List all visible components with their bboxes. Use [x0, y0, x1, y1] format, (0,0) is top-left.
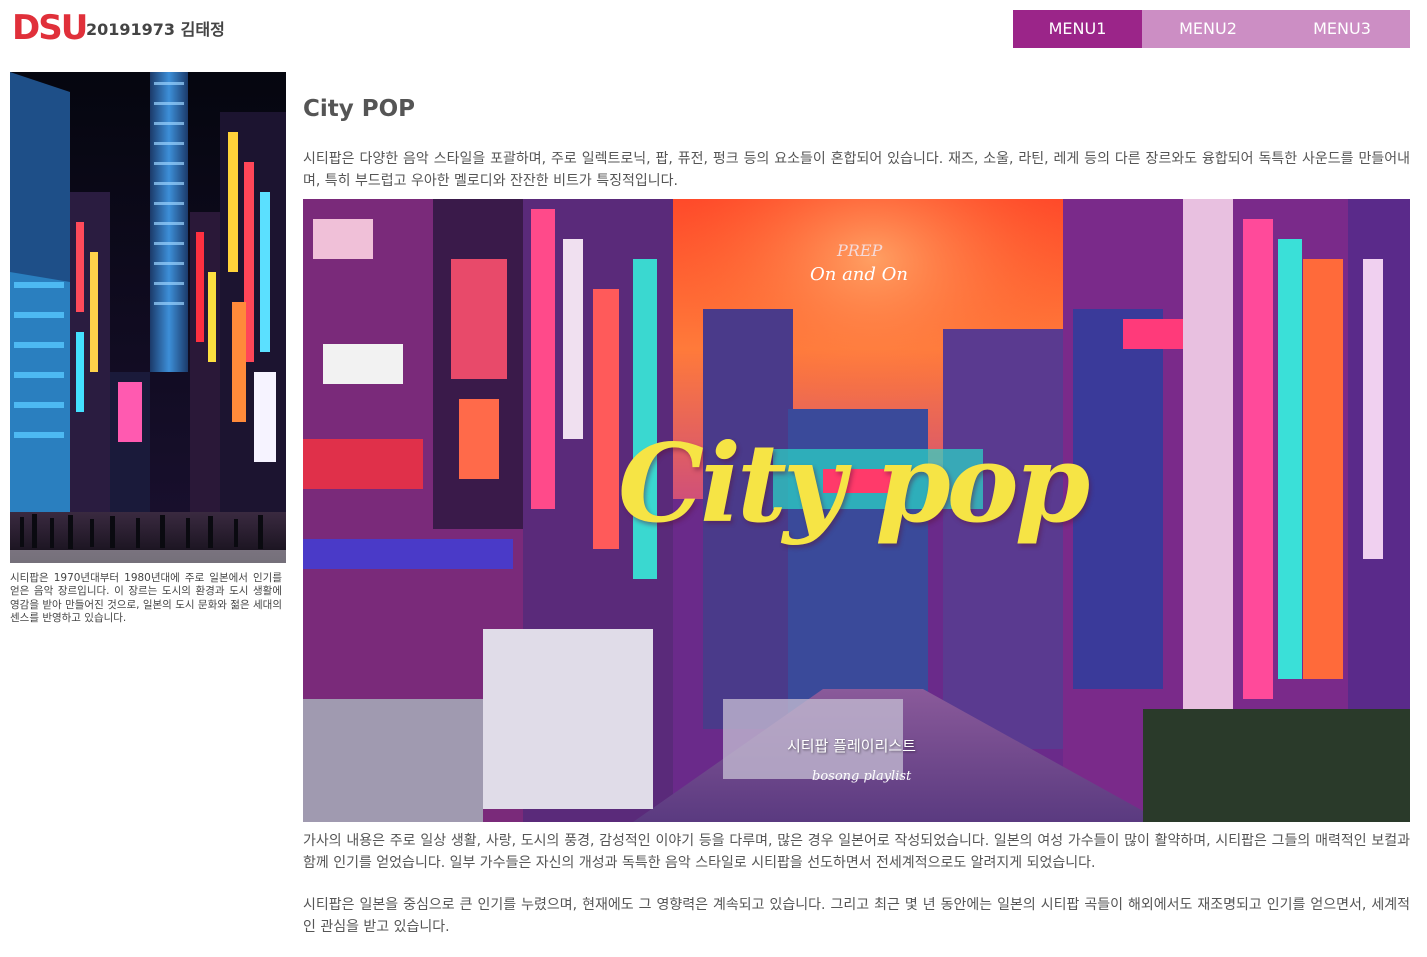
hero-playlist-korean: 시티팝 플레이리스트 [787, 737, 916, 755]
menu-item-2[interactable]: MENU2 [1142, 10, 1274, 48]
hero-prep-text: PREP [837, 241, 883, 260]
dsu-logo[interactable]: DSU [12, 8, 88, 48]
sidebar: 시티팝은 1970년대부터 1980년대에 주로 일본에서 인기를 얻은 음악 … [10, 72, 286, 626]
hero-title: City pop [618, 421, 1090, 547]
hero-subtitle: On and On [810, 264, 908, 285]
paragraph-influence: 시티팝은 일본을 중심으로 큰 인기를 누렸으며, 현재에도 그 영향력은 계속… [303, 897, 1410, 935]
menu-item-1[interactable]: MENU1 [1013, 10, 1142, 48]
paragraph-lyrics: 가사의 내용은 주로 일상 생활, 사랑, 도시의 풍경, 감성적인 이야기 등… [303, 833, 1410, 871]
site-header: DSU 20191973 김태정 MENU1 MENU2 MENU3 [0, 0, 1427, 60]
menu-item-3[interactable]: MENU3 [1274, 10, 1410, 48]
sidebar-caption: 시티팝은 1970년대부터 1980년대에 주로 일본에서 인기를 얻은 음악 … [10, 572, 282, 625]
student-id-name: 20191973 김태정 [86, 20, 225, 39]
hero-playlist-english: bosong playlist [812, 769, 912, 784]
page-title: City POP [303, 96, 416, 122]
city-pop-hero-image: PREP On and On City pop 시티팝 플레이리스트 boson… [303, 199, 1410, 822]
main-menu: MENU1 MENU2 MENU3 [1013, 10, 1410, 48]
tokyo-night-street-image [10, 72, 286, 563]
main-content: City POP 시티팝은 다양한 음악 스타일을 포괄하며, 주로 일렉트로닉… [303, 90, 1410, 938]
paragraph-intro: 시티팝은 다양한 음악 스타일을 포괄하며, 주로 일렉트로닉, 팝, 퓨전, … [303, 151, 1410, 189]
